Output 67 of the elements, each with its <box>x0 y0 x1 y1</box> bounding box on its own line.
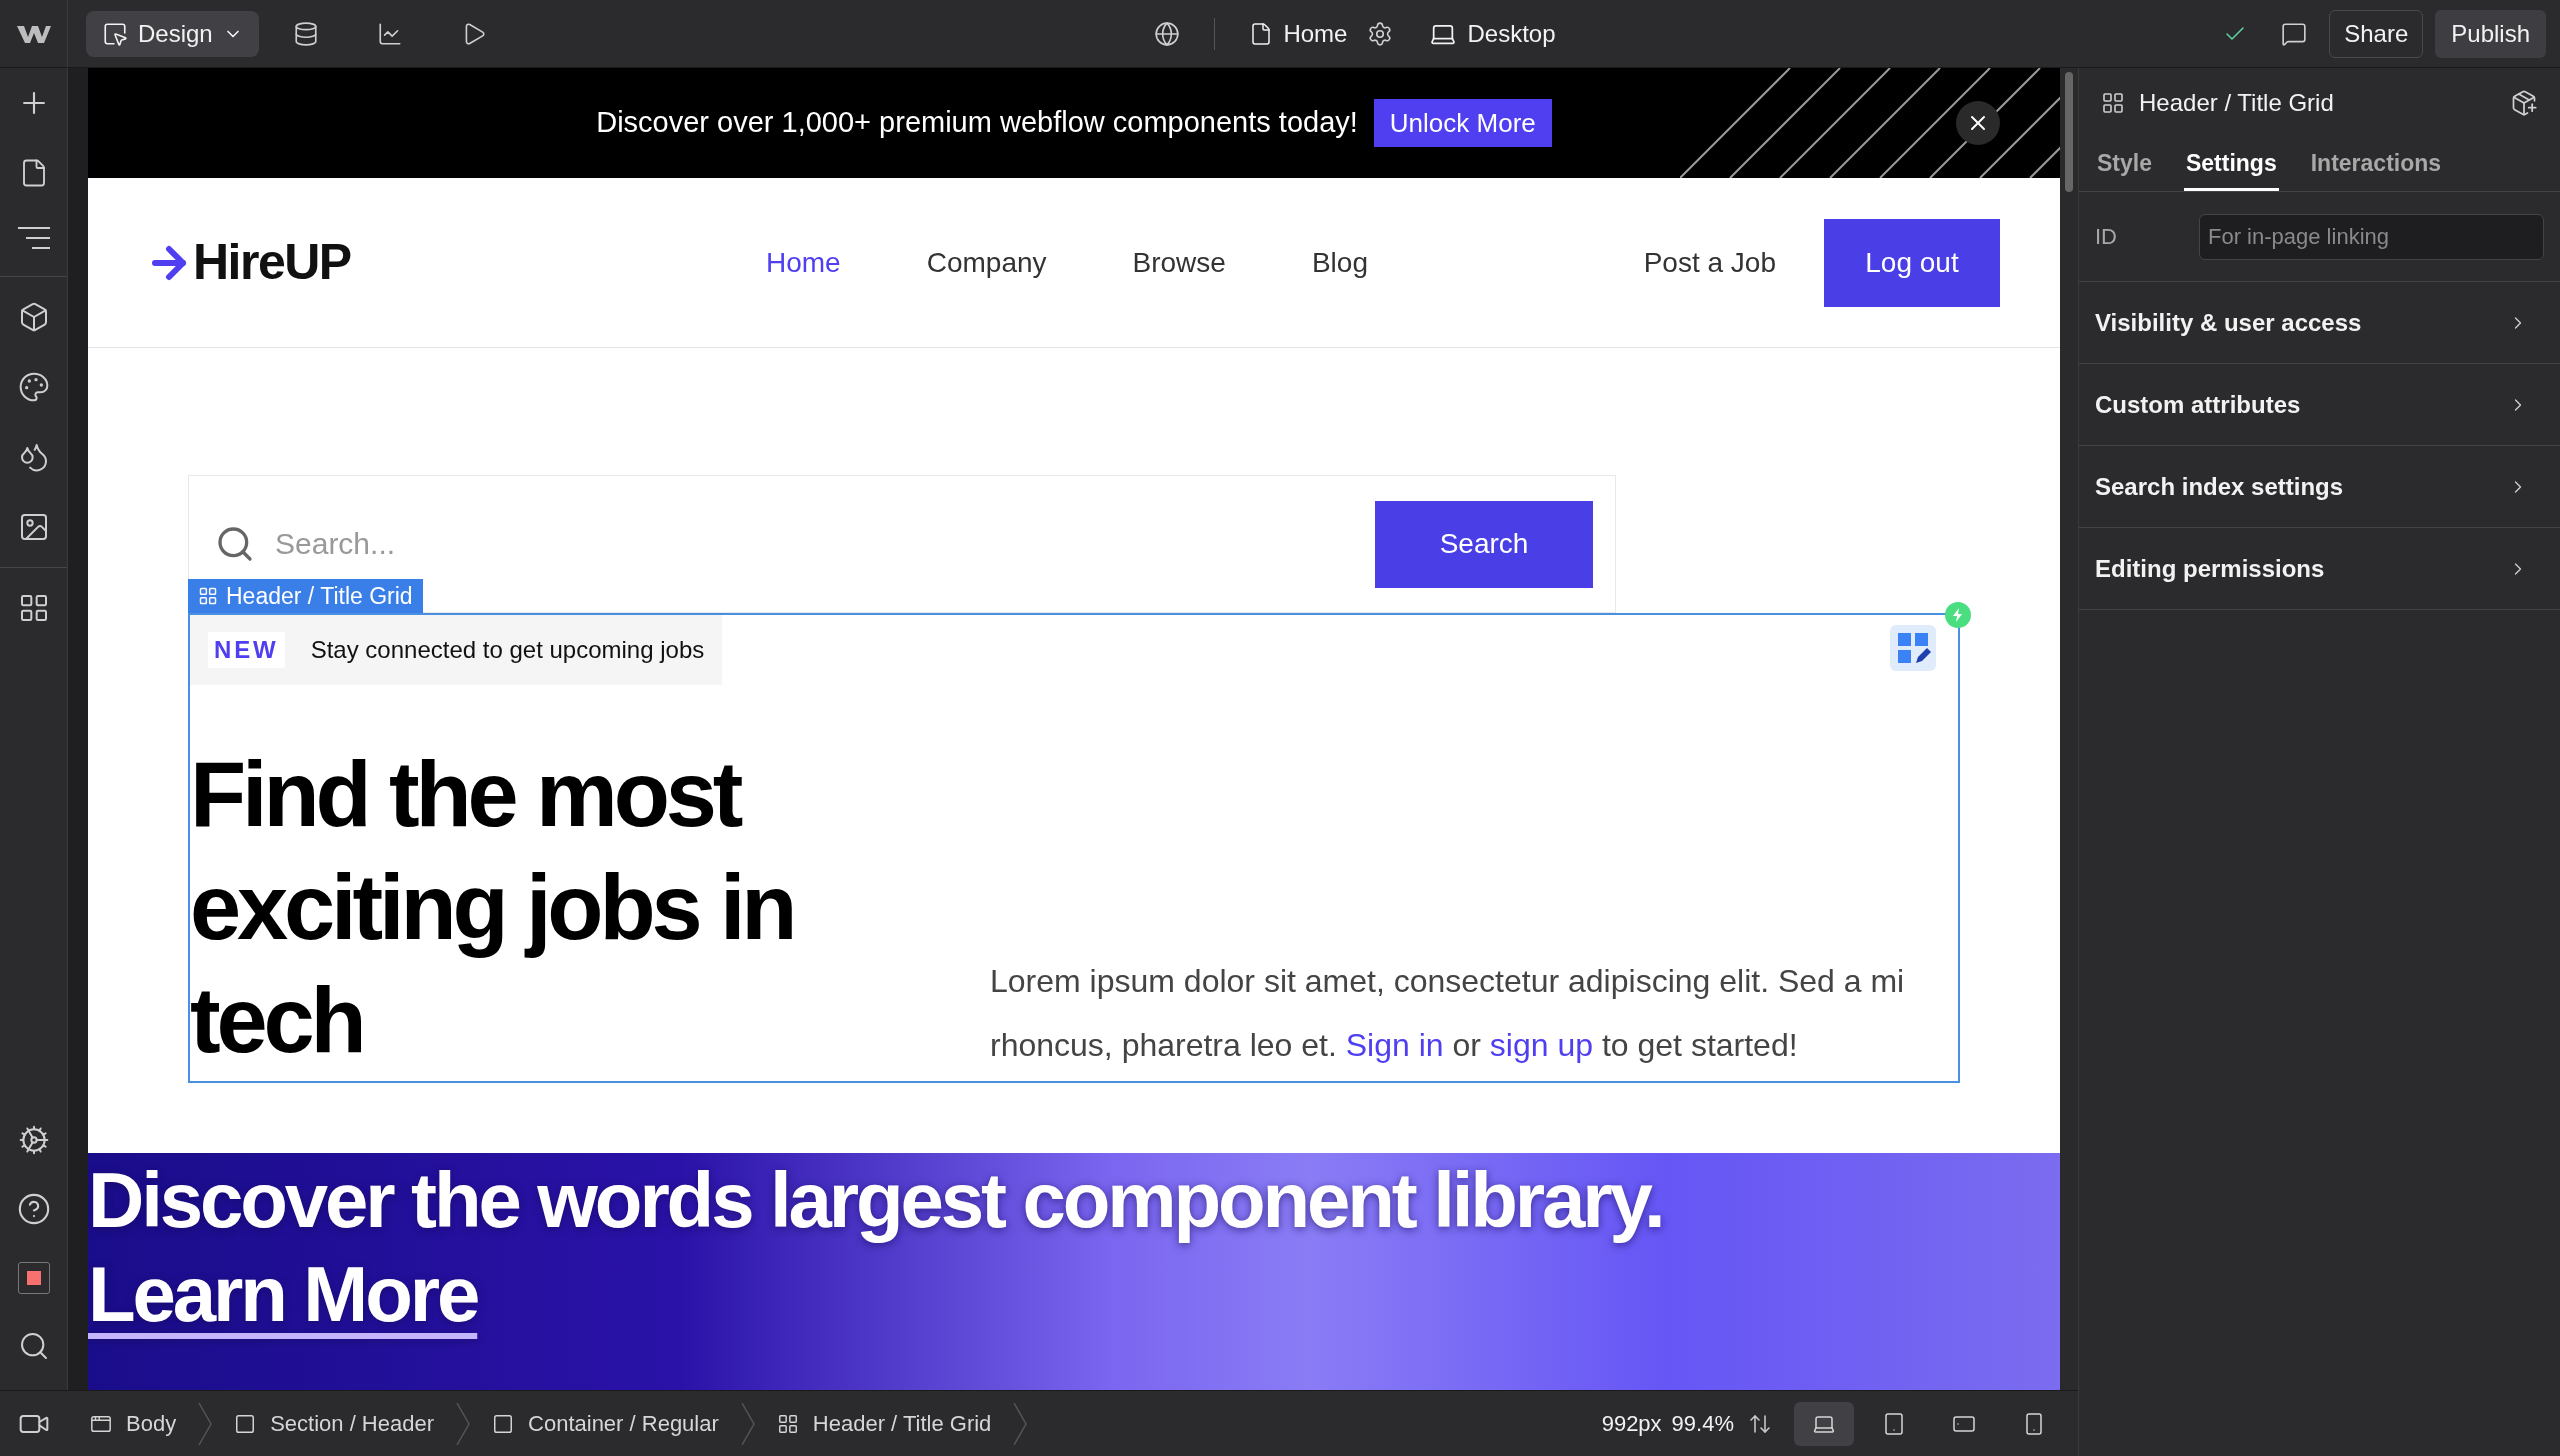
settings-section[interactable]: Search index settings <box>2079 446 2560 528</box>
separator-icon <box>740 1401 755 1446</box>
separator-icon <box>456 1401 471 1446</box>
separator-icon <box>1013 1401 1028 1446</box>
navigator-icon[interactable] <box>15 226 52 250</box>
record-icon[interactable] <box>17 1262 50 1294</box>
close-button[interactable] <box>1956 101 2000 145</box>
id-field[interactable]: For in-page linking <box>2199 213 2544 260</box>
component-add-icon[interactable] <box>2510 89 2538 117</box>
logout-button[interactable]: Log out <box>1824 218 2000 307</box>
square-icon <box>234 1412 257 1435</box>
settings-icon[interactable] <box>1367 20 1394 47</box>
nav-link[interactable]: Home <box>766 241 841 284</box>
palette-icon[interactable] <box>17 371 50 403</box>
badge-text: Stay connected to get upcoming jobs <box>310 635 705 665</box>
panel-tab[interactable]: Style <box>2095 139 2154 191</box>
database-icon[interactable] <box>292 20 319 47</box>
comment-icon[interactable] <box>2281 20 2308 47</box>
learn-more-link[interactable]: Learn More <box>88 1250 478 1338</box>
grid-icon <box>776 1412 799 1435</box>
panel-title: Header / Title Grid <box>2139 88 2334 118</box>
search-button[interactable]: Search <box>1375 500 1593 588</box>
nav-link[interactable]: Company <box>926 241 1047 284</box>
breadcrumb-item[interactable]: Body <box>68 1407 199 1440</box>
text-link[interactable]: Sign in <box>1345 1027 1444 1063</box>
square-icon <box>492 1412 515 1435</box>
breadcrumb-item[interactable]: Header / Title Grid <box>754 1407 1014 1440</box>
tablet-icon <box>1882 1411 1906 1436</box>
new-tag: NEW <box>208 632 285 668</box>
post-job-link[interactable]: Post a Job <box>1643 241 1776 284</box>
banner-heading: Discover the words largest component library. Learn More <box>88 1155 1664 1340</box>
grid-edit-icon[interactable] <box>1890 625 1936 671</box>
settings-section[interactable]: Custom attributes <box>2079 364 2560 446</box>
promo-text: Discover over 1,000+ premium webflow components today! <box>596 105 1358 141</box>
canvas-width: 992px <box>1601 1410 1662 1438</box>
cursor-icon <box>102 20 128 47</box>
nav-link[interactable]: Blog <box>1311 241 1368 284</box>
help-icon[interactable] <box>16 1192 51 1226</box>
panel-tab[interactable]: Settings <box>2184 139 2279 191</box>
mode-dropdown[interactable]: Design <box>86 10 259 57</box>
zoom-level: 99.4% <box>1671 1410 1734 1438</box>
id-label: ID <box>2095 223 2118 251</box>
hero-heading: Find the most exciting jobs in tech <box>190 742 795 1073</box>
search-icon <box>215 524 255 564</box>
globe-icon[interactable] <box>1154 20 1181 47</box>
grid-icon <box>2101 91 2125 115</box>
page-selector[interactable]: Home <box>1249 15 1348 52</box>
breakpoint-button[interactable] <box>1794 1401 1854 1446</box>
separator-icon <box>198 1401 213 1446</box>
scrollbar-thumb[interactable] <box>2065 72 2073 192</box>
text-link[interactable]: sign up <box>1489 1027 1594 1063</box>
grid-icon <box>198 586 218 606</box>
hero-paragraph: Lorem ipsum dolor sit amet, consectetur adipiscing elit. Sed a mi rhoncus, pharetra leo et. Sign in or sign up to get started! <box>990 962 1906 1065</box>
unlock-more-button[interactable]: Unlock More <box>1373 99 1552 147</box>
search-input[interactable]: Search... <box>275 514 1365 574</box>
share-button[interactable]: Share <box>2329 9 2424 58</box>
settings-section[interactable]: Editing permissions <box>2079 528 2560 610</box>
site-logo[interactable]: HireUP <box>193 225 351 300</box>
settings-section[interactable]: Visibility & user access <box>2079 282 2560 364</box>
selection-label[interactable]: Header / Title Grid <box>188 579 423 613</box>
breadcrumb-item[interactable]: Section / Header <box>212 1407 457 1440</box>
breadcrumb-item[interactable]: Container / Regular <box>470 1407 741 1440</box>
breakpoint-selector[interactable]: Desktop <box>1429 15 1556 52</box>
panel-tab[interactable]: Interactions <box>2308 139 2444 191</box>
publish-button[interactable]: Publish <box>2435 9 2546 58</box>
settings-icon[interactable] <box>17 1124 50 1156</box>
nav-link[interactable]: Browse <box>1132 241 1226 284</box>
